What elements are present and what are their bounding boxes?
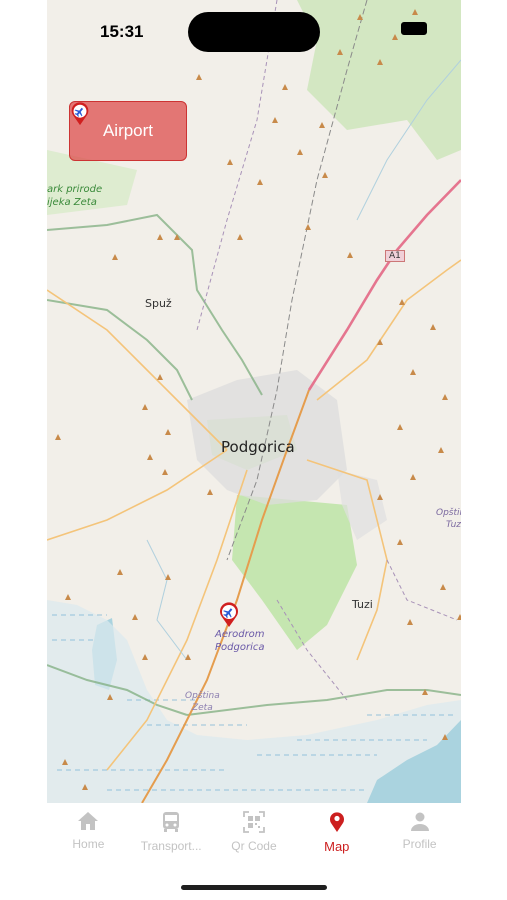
map-label-park: ark prirode ijeka Zeta: [47, 183, 102, 209]
airport-filter-button[interactable]: Airport: [69, 101, 187, 161]
map-label-opstina-tuzi: Opština Tuz: [436, 507, 461, 531]
map-label-spuz: Spuž: [145, 297, 172, 310]
map-label-opstina-zeta-line1: Opština: [185, 691, 220, 701]
home-icon: [78, 812, 99, 830]
map-label-opstina-tuzi-line2: Tuz: [446, 520, 461, 530]
airport-pin-icon: [71, 102, 89, 126]
tab-home-label: Home: [72, 837, 105, 851]
map-label-tuzi: Tuzi: [352, 598, 373, 611]
airport-pin-icon: [220, 602, 238, 627]
bus-icon: [163, 812, 180, 832]
map-label-park-line1: ark prirode: [47, 184, 103, 195]
tab-qr-code[interactable]: Qr Code: [213, 803, 295, 865]
map-label-park-line2: ijeka Zeta: [47, 197, 97, 208]
tab-profile-label: Profile: [402, 837, 437, 851]
status-time: 15:31: [100, 22, 144, 41]
tab-home[interactable]: Home: [47, 803, 129, 865]
map-label-podgorica: Podgorica: [221, 438, 295, 456]
map-label-aerodrom-line1: Aerodrom: [215, 629, 265, 640]
tab-profile[interactable]: Profile: [379, 803, 461, 865]
map-label-a1: A1: [385, 250, 405, 262]
tab-map[interactable]: Map: [296, 803, 378, 865]
airport-filter-label: Airport: [102, 121, 154, 140]
map-pin-icon: [329, 812, 344, 832]
person-icon: [410, 812, 429, 831]
map-label-opstina-zeta-line2: Zeta: [191, 703, 213, 713]
airport-marker[interactable]: [219, 602, 239, 628]
home-indicator[interactable]: [181, 885, 327, 890]
tab-transport-label: Transport...: [140, 839, 202, 853]
phone-screen: ark prirode ijeka Zeta Spuž A1 Podgorica…: [47, 0, 461, 900]
tab-transport[interactable]: Transport...: [130, 803, 212, 865]
map-label-aerodrom: Aerodrom Podgorica: [215, 628, 265, 654]
dynamic-island: [188, 12, 320, 52]
wifi-icon: [401, 22, 418, 34]
map-label-opstina-tuzi-line1: Opština: [436, 508, 461, 518]
map-label-aerodrom-line2: Podgorica: [215, 642, 265, 653]
tab-qr-code-label: Qr Code: [231, 839, 277, 853]
tab-bar: Home Transport... Qr Code Map Profile: [47, 803, 461, 865]
status-icons: [401, 22, 427, 35]
tab-map-label: Map: [324, 839, 350, 854]
qr-code-icon: [243, 811, 265, 833]
map-label-opstina-zeta: Opština Zeta: [185, 690, 220, 714]
map-view[interactable]: ark prirode ijeka Zeta Spuž A1 Podgorica…: [47, 0, 461, 803]
